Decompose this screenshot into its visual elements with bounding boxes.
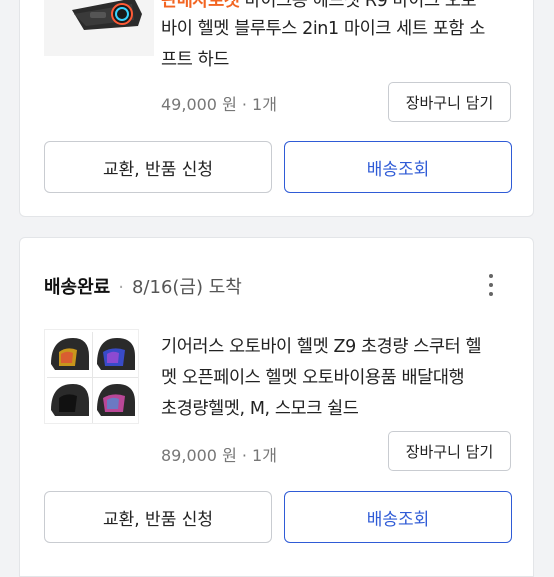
product-title-line: 초경량헬멧, M, 스모크 쉴드 <box>161 399 359 419</box>
product-title-line: 기어러스 오토바이 헬멧 Z9 초경량 스쿠터 헬 <box>161 337 482 357</box>
product-title-line: 프트 하드 <box>161 50 229 70</box>
order-card: 판매자로켓 바이크용 헤드셋 R9 마이크 오토 바이 헬멧 블루투스 2in1… <box>19 0 534 217</box>
exchange-return-button[interactable]: 교환, 반품 신청 <box>44 491 272 543</box>
status-label: 배송완료 <box>44 277 111 298</box>
price-quantity: 49,000 원 · 1개 <box>161 95 277 114</box>
arrival-date: 8/16(금) 도착 <box>131 277 242 298</box>
bluetooth-headset-image <box>44 0 154 56</box>
helmet-variants-image <box>45 330 138 423</box>
product-title[interactable]: 기어러스 오토바이 헬멧 Z9 초경량 스쿠터 헬 멧 오픈페이스 헬멧 오토바… <box>161 332 521 425</box>
add-to-cart-button[interactable]: 장바구니 담기 <box>388 431 511 471</box>
rocket-badge: 판매자로켓 <box>161 0 240 11</box>
exchange-return-button[interactable]: 교환, 반품 신청 <box>44 141 272 193</box>
more-vertical-icon[interactable] <box>481 271 501 299</box>
product-title-line: 멧 오픈페이스 헬멧 오토바이용품 배달대행 <box>161 368 465 388</box>
order-card: 배송완료 · 8/16(금) 도착 기어러스 오토바이 헬멧 Z9 초경량 스쿠… <box>19 237 534 577</box>
product-image[interactable] <box>44 0 154 56</box>
product-title-line: 바이 헬멧 블루투스 2in1 마이크 세트 포함 소 <box>161 19 485 39</box>
delivery-status: 배송완료 · 8/16(금) 도착 <box>44 273 242 299</box>
track-shipment-button[interactable]: 배송조회 <box>284 491 512 543</box>
track-shipment-button[interactable]: 배송조회 <box>284 141 512 193</box>
price-quantity: 89,000 원 · 1개 <box>161 446 277 465</box>
add-to-cart-button[interactable]: 장바구니 담기 <box>388 82 511 122</box>
product-title-line: 바이크용 헤드셋 R9 마이크 오토 <box>244 0 477 11</box>
status-separator: · <box>118 277 124 298</box>
product-image[interactable] <box>44 329 139 424</box>
product-title[interactable]: 판매자로켓 바이크용 헤드셋 R9 마이크 오토 바이 헬멧 블루투스 2in1… <box>161 0 521 76</box>
